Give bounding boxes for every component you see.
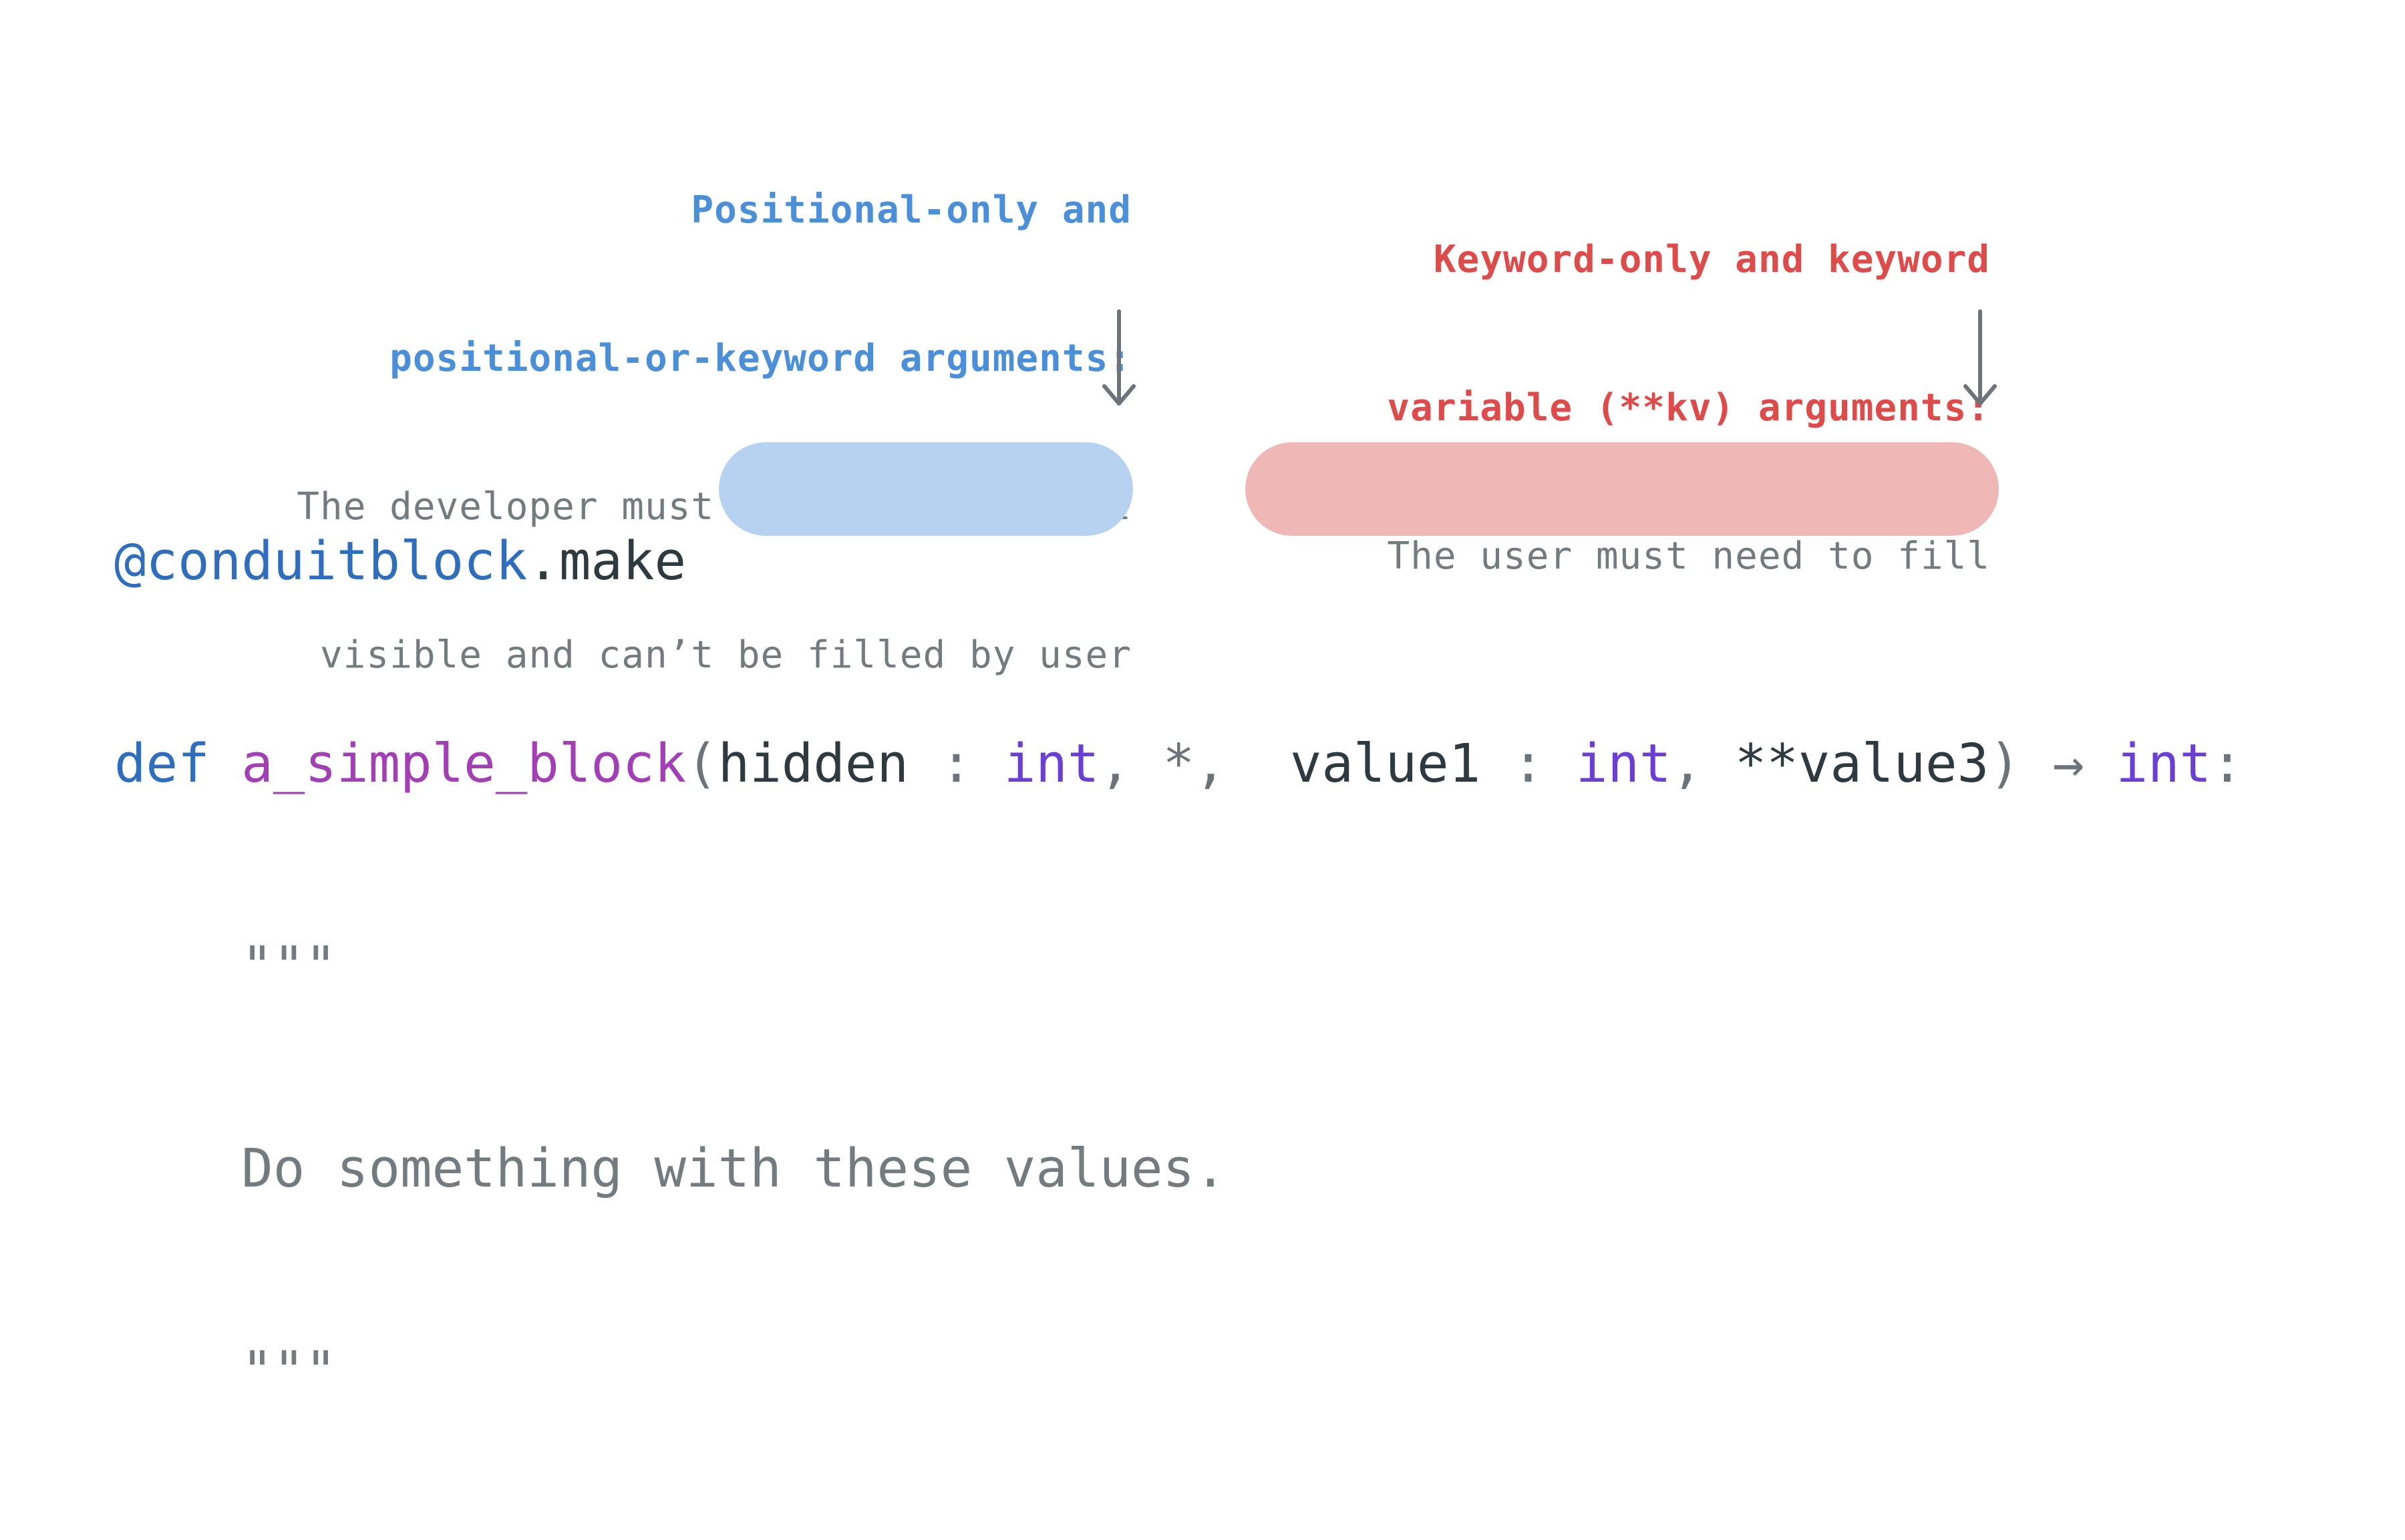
- docstring-close: """: [241, 1340, 337, 1402]
- param-hidden-name: hidden: [717, 733, 909, 794]
- diagram-canvas: Positional-only and positional-or-keywor…: [0, 0, 2405, 1402]
- docstring-text: Do something with these values.: [241, 1138, 1227, 1199]
- comma-1: ,: [1099, 733, 1131, 794]
- comma-2: ,: [1671, 733, 1704, 794]
- code-line-decorator: @conduitblock.make: [114, 528, 2243, 595]
- annotation-right-title-line1: Keyword-only and keyword: [1433, 238, 1990, 281]
- close-paren: ): [1989, 733, 2021, 794]
- param-value1-type: int: [1575, 733, 1671, 794]
- code-block: @conduitblock.make def a_simple_block(hi…: [114, 393, 2243, 1540]
- keyword-only-star: *,: [1131, 733, 1227, 794]
- final-colon: :: [2211, 733, 2243, 794]
- param-value3: **value3: [1734, 733, 1989, 794]
- return-arrow: →: [2052, 733, 2084, 794]
- open-paren: (: [686, 733, 718, 794]
- param-value1-name: value1: [1289, 733, 1481, 794]
- param-hidden-type: int: [1003, 733, 1100, 794]
- decorator-dot: .: [527, 530, 559, 592]
- code-line-docstring-text: Do something with these values.: [114, 1135, 2243, 1203]
- decorator-attr: make: [558, 530, 687, 592]
- def-keyword: def: [114, 733, 210, 794]
- annotation-left-title-line1: Positional-only and: [691, 188, 1132, 232]
- code-line-docstring-close: """: [114, 1338, 2243, 1405]
- docstring-open: """: [241, 935, 337, 997]
- param-hidden-colon: :: [909, 733, 1004, 794]
- code-line-docstring-open: """: [114, 933, 2243, 1000]
- decorator-name: @conduitblock: [114, 530, 528, 592]
- annotation-left-title-line2: positional-or-keyword arguments:: [389, 337, 1132, 380]
- param-value1-colon: :: [1480, 733, 1576, 794]
- code-line-signature: def a_simple_block(hidden : int, *, valu…: [114, 730, 2243, 798]
- function-name: a_simple_block: [241, 733, 687, 794]
- return-type: int: [2116, 733, 2212, 794]
